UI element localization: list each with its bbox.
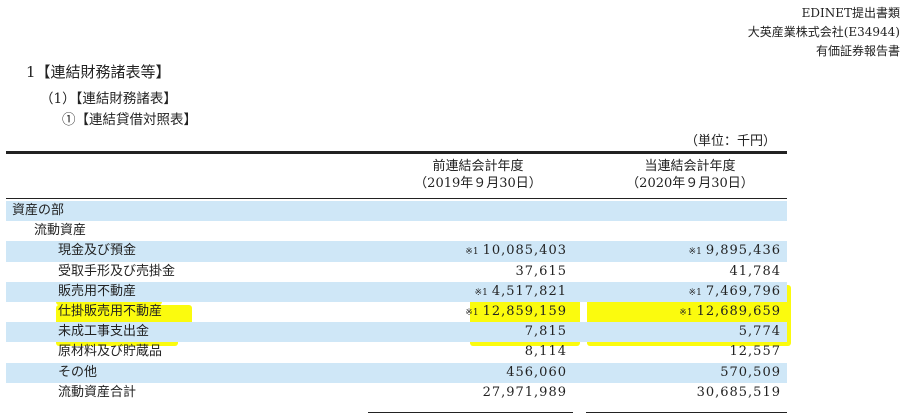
curr-value: 41,784 [730, 262, 782, 282]
prev-value: 27,971,989 [483, 383, 567, 403]
row-label: 原材料及び貯蔵品 [58, 344, 163, 360]
unit-label: （単位：千円） [685, 134, 777, 149]
prev-amount: 10,085,403 [482, 243, 567, 259]
table-row: 未成工事支出金 7,815 5,774 [6, 322, 787, 343]
table-row: 流動資産 [6, 221, 787, 241]
curr-value: ※1 9,895,436 [689, 241, 781, 262]
curr-value: 12,557 [730, 342, 782, 362]
prev-amount: 456,060 [506, 364, 567, 380]
curr-value: 570,509 [720, 363, 781, 383]
row-label: 流動資産 [34, 223, 87, 239]
table-row: 資産の部 [6, 201, 787, 222]
prev-amount: 37,615 [515, 263, 567, 279]
prev-value: 456,060 [506, 363, 567, 383]
prev-amount: 27,971,989 [482, 384, 567, 400]
table-row: 仕掛販売用不動産 ※1 12,859,159 ※1 12,689,659 [6, 302, 787, 322]
statement-heading: ①【連結貸借対照表】 [62, 112, 197, 128]
prev-amount: 7,815 [524, 324, 567, 340]
note-marker: ※1 [465, 247, 479, 258]
curr-amount: 9,895,436 [705, 243, 781, 259]
column-header-curr-date: （2020年９月30日） [626, 176, 754, 191]
prev-value: 8,114 [525, 342, 567, 362]
table-top-rule [6, 151, 787, 154]
total-rule-prev [368, 412, 573, 413]
row-label: 受取手形及び売掛金 [58, 263, 176, 279]
note-marker: ※1 [679, 307, 693, 318]
prev-value: ※1 10,085,403 [465, 241, 567, 262]
table-header-rule [6, 198, 787, 199]
note-marker: ※1 [688, 247, 702, 258]
row-label: 販売用不動産 [58, 283, 137, 299]
prev-value: ※1 12,859,159 [465, 302, 567, 323]
column-header-prev: 前連結会計年度 （2019年９月30日） [393, 158, 563, 192]
curr-amount: 30,685,519 [696, 384, 781, 400]
prev-amount: 4,517,821 [491, 283, 567, 299]
table-row: 販売用不動産 ※1 4,517,821 ※1 7,469,796 [6, 281, 787, 303]
curr-amount: 41,784 [729, 263, 781, 279]
row-label: 仕掛販売用不動産 [58, 303, 163, 319]
column-header-curr: 当連結会計年度 （2020年９月30日） [605, 158, 775, 192]
column-header-prev-title: 前連結会計年度 [432, 159, 524, 174]
note-marker: ※1 [474, 287, 488, 298]
curr-value: ※1 12,689,659 [679, 302, 781, 323]
curr-amount: 5,774 [738, 324, 781, 340]
header-doc-type: EDINET提出書類 [801, 6, 900, 20]
column-header-curr-title: 当連結会計年度 [644, 159, 736, 174]
section-heading: 1【連結財務諸表等】 [26, 63, 171, 81]
table-row: 流動資産合計 27,971,989 30,685,519 [6, 383, 787, 403]
curr-amount: 12,689,659 [696, 303, 781, 319]
table-row: 受取手形及び売掛金 37,615 41,784 [6, 262, 787, 282]
note-marker: ※1 [465, 307, 479, 318]
row-label: 流動資産合計 [58, 384, 137, 400]
prev-value: 7,815 [525, 322, 567, 342]
prev-value: ※1 4,517,821 [475, 282, 567, 303]
edinet-header: EDINET提出書類 大英産業株式会社(E34944) 有価証券報告書 [748, 4, 900, 61]
column-header-prev-date: （2019年９月30日） [414, 176, 542, 191]
balance-sheet-table: 資産の部 流動資産 現金及び預金 ※1 10,085,403 ※1 9,895,43… [6, 201, 787, 403]
row-label: 現金及び預金 [58, 243, 137, 259]
curr-value: 30,685,519 [697, 383, 781, 403]
curr-amount: 7,469,796 [705, 283, 781, 299]
row-label: その他 [58, 364, 98, 380]
prev-amount: 8,114 [524, 344, 567, 360]
header-report-type: 有価証券報告書 [815, 44, 900, 58]
row-label: 未成工事支出金 [58, 324, 150, 340]
table-row: その他 456,060 570,509 [6, 362, 787, 383]
curr-value: ※1 7,469,796 [689, 282, 781, 303]
curr-amount: 12,557 [729, 344, 781, 360]
prev-value: 37,615 [516, 262, 568, 282]
note-marker: ※1 [688, 287, 702, 298]
subsection-heading: （1）【連結財務諸表】 [40, 91, 177, 107]
row-label: 資産の部 [12, 203, 65, 218]
prev-amount: 12,859,159 [482, 303, 567, 319]
header-company: 大英産業株式会社(E34944) [747, 25, 900, 39]
table-row: 現金及び預金 ※1 10,085,403 ※1 9,895,436 [6, 241, 787, 262]
table-row: 原材料及び貯蔵品 8,114 12,557 [6, 342, 787, 362]
curr-value: 5,774 [739, 322, 781, 342]
curr-amount: 570,509 [720, 364, 781, 380]
total-rule-curr [586, 412, 787, 413]
